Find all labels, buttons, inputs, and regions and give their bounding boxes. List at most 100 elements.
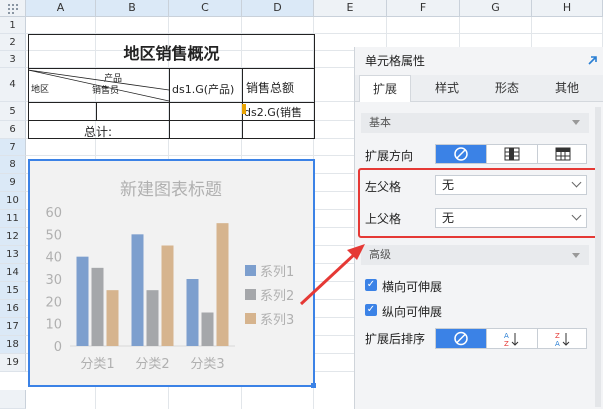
y-tick-label: 10 (45, 318, 62, 333)
row-header-13[interactable]: 13 (0, 246, 26, 264)
row-header-18[interactable]: 18 (0, 336, 26, 354)
annotation-arrow (299, 244, 365, 306)
row-header-12[interactable]: 12 (0, 228, 26, 246)
row-header-6[interactable]: 6 (0, 121, 26, 139)
tab-other[interactable]: 其他 (541, 75, 593, 101)
resize-handle[interactable] (311, 383, 316, 388)
column-header-h[interactable]: H (532, 0, 603, 17)
y-tick-label: 50 (45, 228, 62, 243)
report-title[interactable]: 地区销售概况 (28, 40, 315, 64)
sort-none-button[interactable] (436, 329, 487, 348)
cell-d4-sales[interactable]: ds2.G(销售 (244, 104, 314, 120)
sort-ascending-button[interactable]: AZ (487, 329, 538, 348)
row-header-8[interactable]: 8 (0, 156, 26, 174)
row-header-16[interactable]: 16 (0, 300, 26, 318)
sort-descending-button[interactable]: ZA (538, 329, 588, 348)
bar-chart: 新建图表标题 0 10 20 30 40 50 60 分类1 分类2 分类3 系列1 系列2 系列3 (45, 180, 294, 372)
legend-label: 系列1 (260, 265, 294, 280)
bar-系列1-分类1 (76, 256, 89, 346)
panel-scrollbar[interactable] (595, 107, 601, 407)
vertical-expand-icon (504, 147, 520, 161)
header-salesperson[interactable]: 销售员 (92, 83, 119, 96)
bar-系列1-分类3 (186, 279, 199, 346)
bar-系列2-分类2 (146, 290, 159, 346)
cell-c3-product[interactable]: ds1.G(产品) (172, 81, 234, 97)
legend-label: 系列3 (260, 313, 294, 328)
row-header-10[interactable]: 10 (0, 192, 26, 210)
highlight-box (358, 168, 598, 238)
legend-label: 系列2 (260, 289, 294, 304)
y-tick-label: 30 (45, 273, 62, 288)
y-tick-label: 40 (45, 251, 62, 266)
column-header-c[interactable]: C (169, 0, 242, 17)
tab-style[interactable]: 样式 (421, 75, 473, 101)
x-tick-label: 分类1 (80, 357, 114, 372)
row-header-9[interactable]: 9 (0, 174, 26, 192)
expand-direction-label: 扩展方向 (365, 149, 414, 163)
sort-label: 扩展后排序 (365, 332, 426, 346)
row-header-7[interactable]: 7 (0, 139, 26, 156)
row-header-4[interactable]: 4 (0, 68, 26, 102)
collapse-basic-icon[interactable] (572, 120, 580, 125)
bar-系列3-分类3 (216, 223, 229, 346)
bar-系列2-分类3 (201, 312, 214, 346)
column-header-f[interactable]: F (387, 0, 460, 17)
section-basic[interactable]: 基本 (361, 113, 589, 133)
row-header-15[interactable]: 15 (0, 282, 26, 300)
column-header-e[interactable]: E (314, 0, 387, 17)
panel-tabs: 扩展 样式 形态 其他 (355, 75, 603, 102)
row-header-11[interactable]: 11 (0, 210, 26, 228)
legend-swatch (245, 289, 256, 300)
row-header-19[interactable]: 19 (0, 354, 26, 372)
bar-系列1-分类2 (131, 234, 144, 346)
expand-none-button[interactable] (436, 145, 487, 163)
expand-vertical-button[interactable] (487, 145, 538, 163)
no-expand-icon (454, 147, 468, 161)
svg-text:A: A (504, 332, 509, 340)
bar-系列3-分类1 (106, 290, 119, 346)
panel-title: 单元格属性 (365, 54, 426, 68)
svg-text:Z: Z (555, 332, 560, 340)
x-tick-label: 分类2 (135, 357, 169, 372)
x-tick-label: 分类3 (190, 357, 224, 372)
y-tick-label: 0 (54, 340, 62, 355)
row-header-17[interactable]: 17 (0, 318, 26, 336)
y-tick-label: 60 (45, 206, 62, 221)
select-all-corner[interactable] (0, 0, 26, 17)
tab-form[interactable]: 形态 (481, 75, 533, 101)
collapse-advanced-icon[interactable] (572, 253, 580, 258)
expand-direction-selector (435, 144, 587, 164)
legend-swatch (245, 265, 256, 276)
svg-text:Z: Z (504, 340, 509, 348)
column-header-b[interactable]: B (96, 0, 169, 17)
no-sort-icon (454, 331, 468, 346)
bar-系列3-分类2 (161, 245, 174, 346)
cell-properties-panel: 单元格属性 扩展 样式 形态 其他 基本 扩展方向 左父格 无 上父格 无 高级… (354, 47, 603, 409)
column-header-d[interactable]: D (242, 0, 314, 17)
legend-swatch (245, 313, 256, 324)
column-header-a[interactable]: A (26, 0, 96, 17)
chart-title: 新建图表标题 (120, 180, 222, 200)
tab-expand[interactable]: 扩展 (359, 75, 411, 102)
sort-ascending-icon: AZ (504, 332, 519, 348)
sort-descending-icon: ZA (555, 332, 570, 348)
section-advanced[interactable]: 高级 (361, 245, 589, 265)
sort-selector: AZ ZA (435, 328, 587, 349)
row-header-14[interactable]: 14 (0, 264, 26, 282)
row-header-extra (0, 390, 26, 409)
row-header-1[interactable]: 1 (0, 17, 26, 34)
row-header-2[interactable]: 2 (0, 34, 26, 51)
y-tick-label: 20 (45, 295, 62, 310)
cell-d3-total-sales[interactable]: 销售总额 (246, 79, 294, 96)
header-region[interactable]: 地区 (31, 82, 49, 95)
horizontal-expand-icon (555, 147, 571, 161)
chart-container[interactable]: 新建图表标题 0 10 20 30 40 50 60 分类1 分类2 分类3 系列1 系列2 系列3 (28, 159, 315, 387)
expand-horizontal-button[interactable] (538, 145, 588, 163)
expand-panel-icon[interactable] (586, 54, 598, 66)
row-header-5[interactable]: 5 (0, 102, 26, 121)
svg-text:A: A (555, 340, 560, 348)
bar-系列2-分类1 (91, 267, 104, 346)
row-header-3[interactable]: 3 (0, 51, 26, 68)
total-label[interactable]: 总计: (84, 123, 112, 140)
column-header-g[interactable]: G (460, 0, 532, 17)
